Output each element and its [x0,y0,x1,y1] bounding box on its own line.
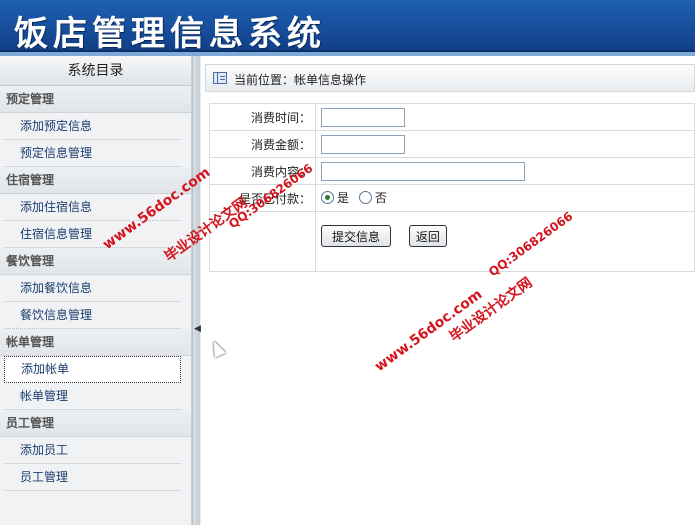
sidebar: 系统目录 预定管理 添加预定信息 预定信息管理 住宿管理 添加住宿信息 住宿信息… [0,56,192,525]
breadcrumb-text: 当前位置：帐单信息操作 [234,73,367,87]
header-banner: 饭店管理信息系统 [0,0,695,54]
main-content: 当前位置：帐单信息操作 消费时间： 消费金额： 消费内容： 是否已付款： 是 否… [201,56,695,525]
form-row-time: 消费时间： [209,103,695,131]
content-label: 消费内容： [209,157,316,185]
menu-add-lodging[interactable]: 添加住宿信息 [4,194,181,221]
back-button[interactable]: 返回 [408,225,447,247]
form-row-amount: 消费金额： [209,130,695,158]
paid-yes-option[interactable]: 是 [321,189,349,206]
paid-no-option[interactable]: 否 [358,189,387,206]
amount-label: 消费金额： [209,130,316,158]
menu-add-dining[interactable]: 添加餐饮信息 [4,275,181,302]
submit-button[interactable]: 提交信息 [321,225,392,247]
menu-manage-bill[interactable]: 帐单管理 [4,383,181,410]
form-row-paid: 是否已付款： 是 否 [209,184,695,212]
triangle-left-icon[interactable]: ◀ [194,318,201,340]
paid-yes-radio[interactable] [321,191,334,204]
bill-form: 消费时间： 消费金额： 消费内容： 是否已付款： 是 否 提交信息 返回 [209,103,695,272]
menu-manage-staff[interactable]: 员工管理 [4,464,181,491]
group-lodging[interactable]: 住宿管理 [0,167,191,194]
app-title: 饭店管理信息系统 [14,14,326,54]
menu-manage-lodging[interactable]: 住宿信息管理 [4,221,181,248]
paid-no-label: 否 [374,191,387,205]
menu-add-staff[interactable]: 添加员工 [4,437,181,464]
time-input[interactable] [321,107,405,127]
paid-label: 是否已付款： [209,184,316,212]
menu-manage-dining[interactable]: 餐饮信息管理 [4,302,181,329]
group-staff[interactable]: 员工管理 [0,410,191,437]
group-billing[interactable]: 帐单管理 [0,329,191,356]
group-reservation[interactable]: 预定管理 [0,86,191,113]
breadcrumb: 当前位置：帐单信息操作 [205,64,695,92]
menu-add-reservation[interactable]: 添加预定信息 [4,113,181,140]
menu-add-bill[interactable]: 添加帐单 [4,356,181,383]
menu-manage-reservation[interactable]: 预定信息管理 [4,140,181,167]
amount-input[interactable] [321,134,405,154]
panel-icon [213,72,227,84]
sidebar-splitter[interactable]: ◀ [192,56,201,525]
sidebar-title: 系统目录 [0,56,191,86]
form-row-content: 消费内容： [209,157,695,185]
paid-no-radio[interactable] [358,191,372,204]
form-row-buttons: 提交信息 返回 [209,211,695,272]
group-dining[interactable]: 餐饮管理 [0,248,191,275]
paid-yes-label: 是 [337,191,350,205]
time-label: 消费时间： [209,103,316,131]
content-input[interactable] [321,161,525,181]
